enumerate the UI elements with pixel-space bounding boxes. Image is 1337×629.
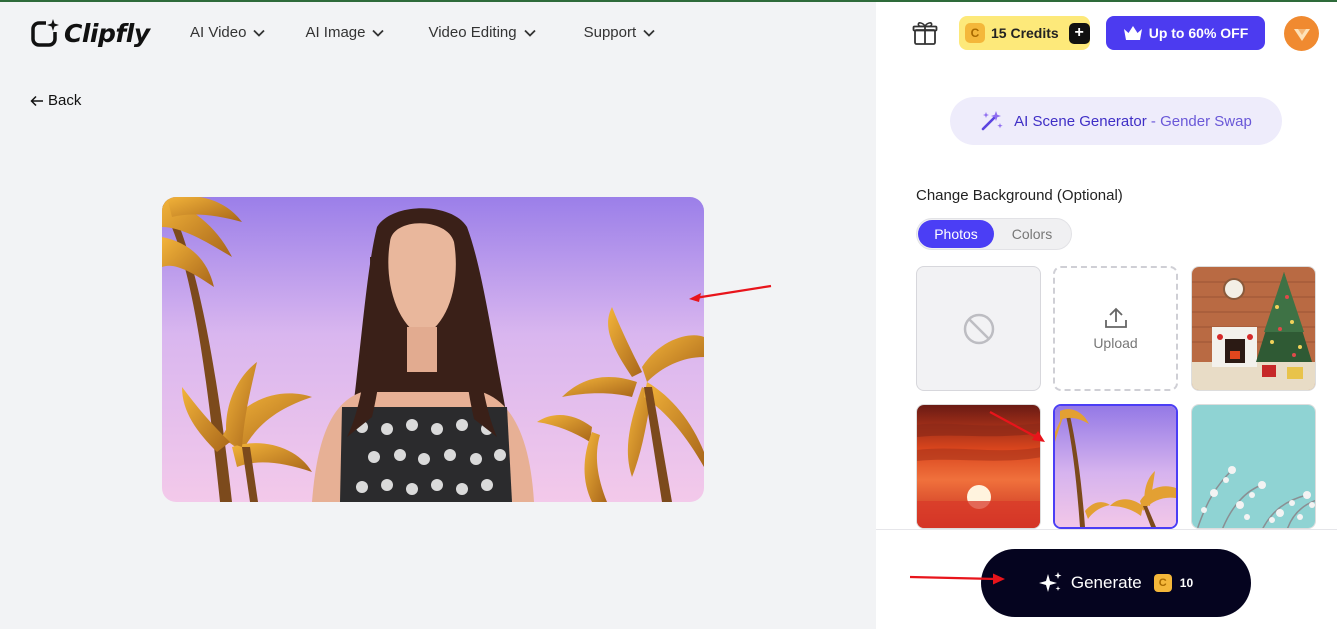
purple-palm-photo: [1055, 406, 1176, 527]
woman-palm-background-photo: [162, 197, 704, 502]
red-sunset-photo: [917, 405, 1040, 528]
footer-divider: [876, 529, 1337, 530]
nav-video-editing-label: Video Editing: [428, 24, 517, 41]
chevron-down-icon: [523, 29, 536, 37]
editor-canvas-area: Clipfly AI Video AI Image Video Editing …: [0, 2, 876, 629]
nav-support-label: Support: [583, 24, 637, 41]
back-button[interactable]: Back: [30, 92, 81, 109]
scene-title-label: AI Scene Generator - Gender Swap: [1014, 113, 1252, 130]
clipfly-logo[interactable]: Clipfly: [30, 18, 150, 48]
nav-support[interactable]: Support: [584, 24, 656, 41]
coin-icon: C: [965, 23, 985, 43]
clipfly-logo-icon: [31, 18, 60, 47]
result-image-preview: [162, 197, 704, 502]
background-teal-blossom[interactable]: [1191, 404, 1316, 529]
none-icon: [963, 313, 994, 344]
add-credits-button[interactable]: +: [1068, 22, 1090, 44]
brand-name: Clipfly: [64, 18, 150, 48]
upload-icon: [1104, 307, 1127, 328]
user-avatar[interactable]: [1284, 16, 1319, 51]
settings-panel: C 15 Credits + Up to 60% OFF AI Scene Ge…: [876, 2, 1337, 629]
nav-video-editing[interactable]: Video Editing: [428, 24, 536, 41]
chevron-down-icon: [643, 29, 655, 37]
top-nav: AI Video AI Image Video Editing Support: [190, 24, 655, 41]
credits-badge[interactable]: C 15 Credits +: [959, 16, 1090, 50]
credits-label: 15 Credits: [991, 25, 1059, 41]
upload-label: Upload: [1093, 334, 1138, 351]
change-background-heading: Change Background (Optional): [916, 187, 1123, 204]
background-purple-palm[interactable]: [1053, 404, 1178, 529]
offer-label: Up to 60% OFF: [1148, 25, 1249, 41]
background-red-sunset[interactable]: [916, 404, 1041, 529]
chevron-down-icon: [253, 29, 266, 37]
generate-button[interactable]: Generate C 10: [981, 549, 1251, 617]
discount-offer-button[interactable]: Up to 60% OFF: [1106, 16, 1265, 50]
avatar-logo-icon: [1293, 28, 1310, 41]
no-background-option[interactable]: [916, 266, 1041, 391]
coin-icon: C: [1153, 574, 1172, 592]
generate-label: Generate: [1070, 573, 1142, 592]
tab-photos[interactable]: Photos: [918, 220, 994, 248]
scene-generator-title: AI Scene Generator - Gender Swap: [950, 97, 1282, 145]
nav-ai-video-label: AI Video: [190, 24, 247, 41]
scene-title-suffix: - Gender Swap: [1146, 112, 1252, 130]
sparkle-icon: [1038, 572, 1062, 592]
background-christmas-fireplace[interactable]: [1191, 266, 1316, 391]
upload-background-button[interactable]: Upload: [1053, 266, 1178, 391]
christmas-fireplace-photo: [1192, 267, 1315, 390]
back-label: Back: [48, 92, 82, 109]
chevron-down-icon: [372, 29, 385, 37]
generate-cost: 10: [1179, 576, 1194, 590]
background-type-toggle: Photos Colors: [916, 218, 1072, 250]
nav-ai-image[interactable]: AI Image: [305, 24, 385, 41]
nav-ai-video[interactable]: AI Video: [190, 24, 266, 41]
nav-ai-image-label: AI Image: [305, 24, 366, 41]
crown-icon: [1123, 26, 1142, 40]
magic-sparkle-icon: [981, 111, 1003, 131]
teal-blossom-photo: [1192, 405, 1315, 528]
arrow-left-icon: [30, 95, 43, 106]
gift-icon[interactable]: [912, 20, 938, 46]
tab-colors[interactable]: Colors: [994, 220, 1070, 248]
scene-title-main: AI Scene Generator: [1014, 112, 1147, 130]
background-photo-grid: Upload: [916, 266, 1316, 530]
